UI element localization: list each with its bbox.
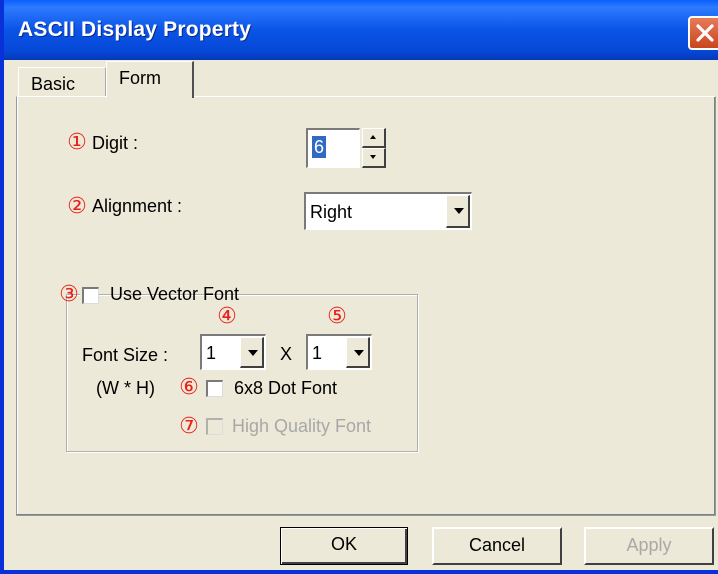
- alignment-label: Alignment :: [92, 196, 183, 216]
- window-title: ASCII Display Property: [18, 18, 252, 41]
- alignment-dropdown-button[interactable]: [446, 195, 470, 228]
- font-height-select[interactable]: 1: [306, 334, 372, 370]
- marker-6: ⑥: [179, 375, 199, 400]
- use-vector-font-legend: Use Vector Font: [80, 284, 239, 306]
- down-arrow-icon: [370, 155, 376, 159]
- marker-3: ③: [59, 282, 79, 307]
- font-width-value: 1: [206, 343, 217, 363]
- high-quality-font-checkbox[interactable]: [206, 418, 223, 435]
- digit-spin-up-button[interactable]: [362, 128, 386, 148]
- tab-basic-label: Basic: [31, 74, 76, 94]
- dialog-window: ASCII Display Property Basic Form ① Digi…: [0, 0, 718, 574]
- font-height-value: 1: [312, 343, 323, 363]
- alignment-value: Right: [310, 202, 353, 222]
- chevron-down-icon: [354, 350, 364, 356]
- font-width-dropdown-button[interactable]: [240, 337, 264, 368]
- marker-7: ⑦: [179, 414, 199, 439]
- chevron-down-icon: [248, 350, 258, 356]
- chevron-down-icon: [454, 208, 464, 214]
- apply-button[interactable]: Apply: [584, 527, 714, 565]
- close-button[interactable]: [688, 16, 718, 50]
- marker-4: ④: [217, 304, 237, 329]
- marker-1: ①: [67, 130, 87, 155]
- tab-form-label: Form: [119, 68, 161, 88]
- use-vector-font-checkbox[interactable]: [82, 287, 99, 304]
- digit-input[interactable]: 6: [306, 128, 360, 168]
- dot-font-checkbox[interactable]: [206, 380, 223, 397]
- font-width-select[interactable]: 1: [200, 334, 266, 370]
- alignment-select[interactable]: Right: [304, 192, 472, 230]
- wh-label: (W * H): [96, 378, 155, 398]
- tab-basic[interactable]: Basic: [18, 67, 106, 97]
- x-label: X: [280, 344, 293, 364]
- title-bar[interactable]: ASCII Display Property: [4, 0, 718, 60]
- marker-5: ⑤: [327, 304, 347, 329]
- close-icon: [696, 24, 714, 42]
- dot-font-label: 6x8 Dot Font: [234, 378, 338, 398]
- marker-2: ②: [67, 194, 87, 219]
- font-size-label: Font Size :: [82, 345, 169, 365]
- font-height-dropdown-button[interactable]: [346, 337, 370, 368]
- cancel-button[interactable]: Cancel: [432, 527, 562, 565]
- up-arrow-icon: [370, 135, 376, 139]
- high-quality-font-label: High Quality Font: [232, 416, 372, 436]
- digit-value: 6: [312, 136, 327, 158]
- tab-form[interactable]: Form: [106, 61, 194, 98]
- use-vector-font-label: Use Vector Font: [110, 284, 240, 304]
- digit-spin-down-button[interactable]: [362, 148, 386, 168]
- ok-button[interactable]: OK: [280, 527, 408, 565]
- digit-label: Digit :: [92, 133, 139, 153]
